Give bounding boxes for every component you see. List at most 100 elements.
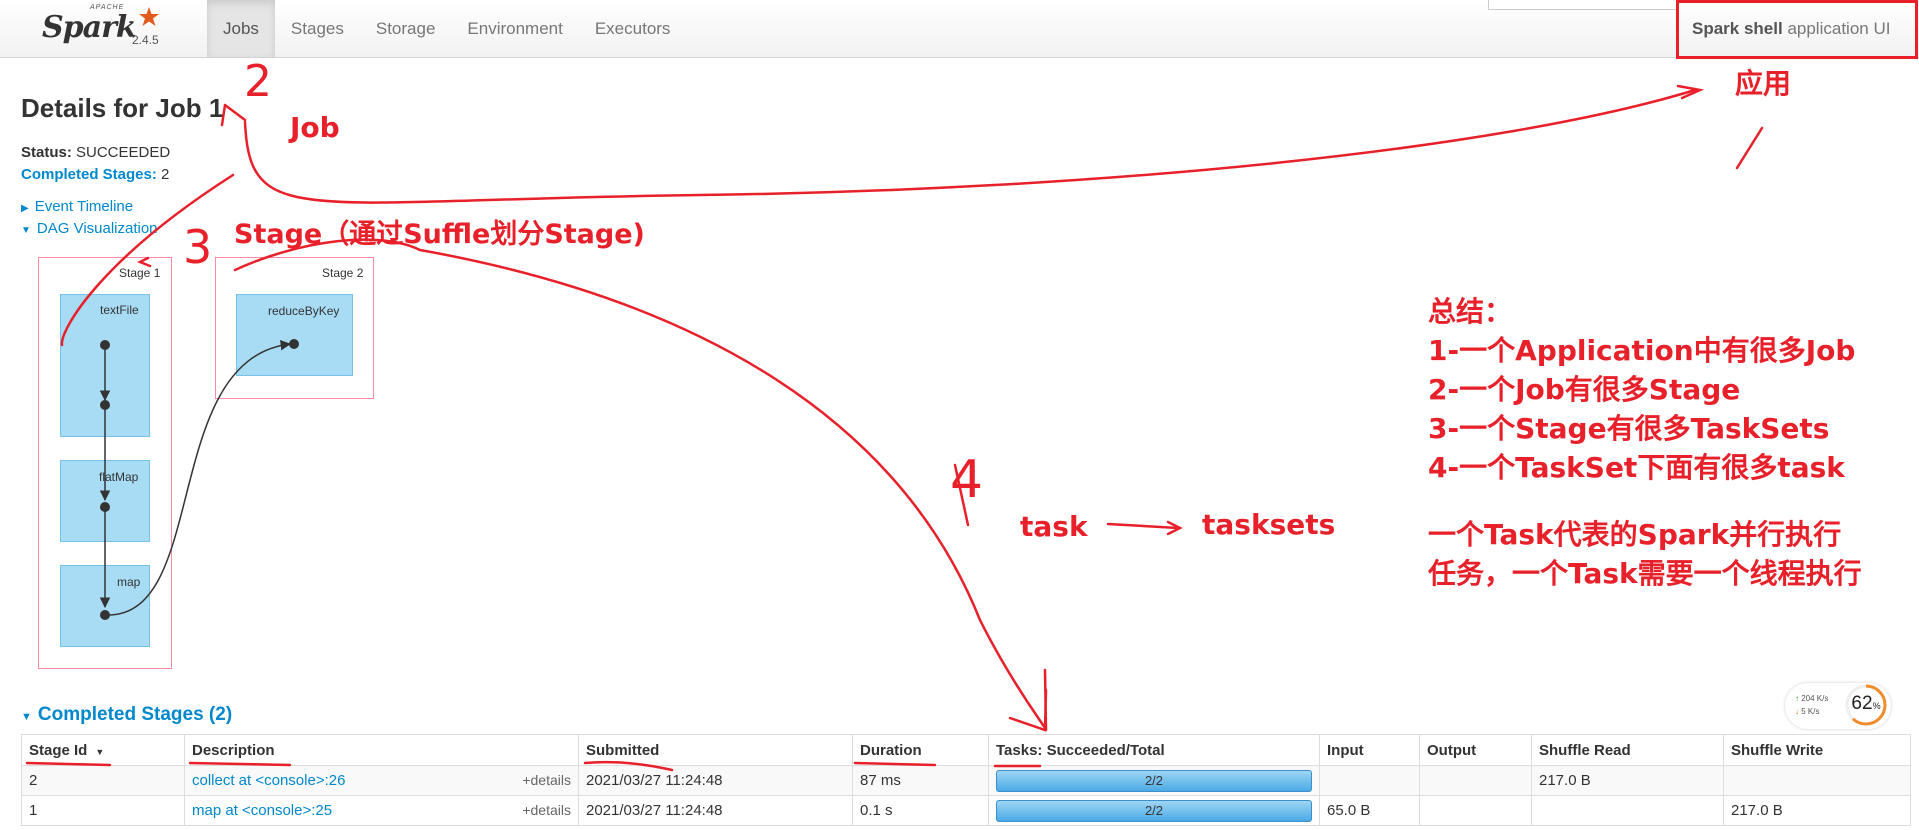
cell-tasks: 2/2: [988, 765, 1320, 796]
col-header-input[interactable]: Input: [1319, 734, 1420, 766]
nav-tabs: Jobs Stages Storage Environment Executor…: [207, 0, 686, 57]
caret-down-icon: ▼: [21, 225, 31, 236]
col-header-tasks[interactable]: Tasks: Succeeded/Total: [988, 734, 1320, 766]
completed-stages-value: 2: [161, 166, 170, 183]
status-label: Status:: [21, 144, 72, 161]
upload-speed-value: 204 K/s: [1801, 694, 1829, 703]
rdd-map[interactable]: map: [60, 565, 150, 647]
col-header-description[interactable]: Description: [184, 734, 579, 766]
stage-description-link[interactable]: map at <console>:25: [192, 802, 332, 819]
cell-submitted: 2021/03/27 11:24:48: [578, 765, 853, 796]
rdd-label: textFile: [100, 303, 139, 317]
rdd-reducebykey[interactable]: reduceByKey: [236, 294, 353, 376]
cell-input: 65.0 B: [1319, 795, 1420, 826]
summary-line: 1-一个Application中有很多Job: [1428, 334, 1856, 367]
table-header-row: Stage Id ▼ Description Submitted Duration…: [21, 734, 1911, 766]
network-speed-widget[interactable]: ↑ 204 K/s ↓ 5 K/s 62%: [1785, 683, 1891, 729]
tab-executors[interactable]: Executors: [579, 0, 687, 57]
cell-submitted: 2021/03/27 11:24:48: [578, 795, 853, 826]
tab-jobs[interactable]: Jobs: [207, 0, 275, 57]
app-highlight-box: [1676, 0, 1918, 59]
annotation-tasksets: tasksets: [1202, 508, 1336, 541]
dag-visualization-toggle[interactable]: ▼ DAG Visualization: [21, 220, 158, 237]
col-header-stage-id[interactable]: Stage Id ▼: [21, 734, 185, 766]
usage-percent-value: 62: [1851, 693, 1873, 714]
tasks-progress-label: 2/2: [1144, 802, 1164, 818]
table-row: 1 map at <console>:25 +details 2021/03/27…: [21, 795, 1911, 826]
section-title: Completed Stages (2): [37, 704, 233, 725]
upload-speed: ↑ 204 K/s: [1795, 694, 1828, 703]
details-toggle[interactable]: +details: [522, 772, 571, 788]
rdd-label: reduceByKey: [268, 304, 340, 318]
job-status: Status: SUCCEEDED: [21, 144, 170, 161]
rdd-label: flatMap: [99, 470, 139, 484]
tasks-progress-label: 2/2: [1144, 772, 1164, 788]
event-timeline-label: Event Timeline: [34, 198, 134, 215]
col-header-submitted[interactable]: Submitted: [578, 734, 853, 766]
brand-version: 2.4.5: [132, 33, 159, 47]
summary-line: 4-一个TaskSet下面有很多task: [1428, 451, 1845, 484]
tab-storage[interactable]: Storage: [360, 0, 452, 57]
summary-line: 总结：: [1428, 295, 1513, 328]
cell-description: map at <console>:25 +details: [184, 795, 579, 826]
cell-duration: 87 ms: [852, 765, 989, 796]
stage-label: Stage 1: [119, 266, 161, 280]
cell-shuffle-write: [1723, 765, 1911, 796]
annotation-task: task: [1020, 510, 1088, 543]
annotation-stroke: [243, 88, 1697, 204]
event-timeline-toggle[interactable]: ▶ Event Timeline: [21, 198, 133, 215]
col-header-duration[interactable]: Duration: [852, 734, 989, 766]
cell-duration: 0.1 s: [852, 795, 989, 826]
dag-visualization-label: DAG Visualization: [36, 220, 158, 237]
cell-output: [1419, 795, 1532, 826]
completed-stages-link[interactable]: Completed Stages: 2: [21, 166, 169, 183]
annotation-stroke: [1735, 126, 1764, 170]
header-label: Stage Id: [29, 741, 88, 759]
tab-environment[interactable]: Environment: [451, 0, 578, 57]
col-header-shuffle-write[interactable]: Shuffle Write: [1723, 734, 1911, 766]
annotation-stroke: [1008, 688, 1048, 732]
arrow-up-icon: ↑: [1795, 694, 1799, 703]
cell-output: [1419, 765, 1532, 796]
stage-description-link[interactable]: collect at <console>:26: [192, 772, 345, 789]
usage-percent: 62%: [1847, 693, 1885, 715]
download-speed: ↓ 5 K/s: [1795, 707, 1819, 716]
tasks-progress-bar: 2/2: [996, 799, 1312, 822]
download-speed-value: 5 K/s: [1801, 707, 1820, 716]
arrow-down-icon: ↓: [1795, 707, 1799, 716]
cell-shuffle-write: 217.0 B: [1723, 795, 1911, 826]
brand-name: Spark: [42, 10, 137, 45]
completed-stages-toggle[interactable]: ▼ Completed Stages (2): [21, 704, 232, 726]
annotation-stroke: [1676, 84, 1705, 100]
sort-desc-icon: ▼: [95, 746, 105, 757]
col-header-output[interactable]: Output: [1419, 734, 1532, 766]
rdd-textfile[interactable]: textFile: [60, 294, 150, 437]
summary-line: 一个Task代表的Spark并行执行: [1428, 518, 1842, 551]
annotation-stroke: [1043, 668, 1048, 732]
cell-tasks: 2/2: [988, 795, 1320, 826]
details-toggle[interactable]: +details: [522, 802, 571, 818]
star-icon: [139, 7, 159, 26]
cell-stage-id: 1: [21, 795, 185, 826]
col-header-shuffle-read[interactable]: Shuffle Read: [1531, 734, 1724, 766]
caret-right-icon: ▶: [21, 203, 29, 214]
annotation-stroke: [1106, 522, 1180, 530]
caret-down-icon: ▼: [21, 711, 32, 723]
spark-logo[interactable]: APACHE Spark 2.4.5: [40, 4, 170, 50]
page-title: Details for Job 1: [21, 93, 224, 123]
annotation-stroke: [1166, 520, 1183, 536]
tab-stages[interactable]: Stages: [275, 0, 360, 57]
annotation-job: Job: [290, 111, 340, 144]
cell-input: [1319, 765, 1420, 796]
annotation-stroke: [220, 103, 247, 127]
rdd-flatmap[interactable]: flatMap: [60, 460, 150, 542]
annotation-number-4: 4: [950, 450, 984, 510]
annotation-stage: Stage（通过Suffle划分Stage): [234, 219, 645, 250]
summary-notes: 总结： 1-一个Application中有很多Job 2-一个Job有很多Sta…: [1428, 292, 1862, 593]
percent-sign: %: [1872, 701, 1881, 711]
cell-description: collect at <console>:26 +details: [184, 765, 579, 796]
rdd-label: map: [117, 575, 141, 589]
summary-line: 任务，一个Task需要一个线程执行: [1428, 557, 1862, 590]
table-row: 2 collect at <console>:26 +details 2021/0…: [21, 765, 1911, 796]
summary-spacer: [1428, 487, 1862, 515]
